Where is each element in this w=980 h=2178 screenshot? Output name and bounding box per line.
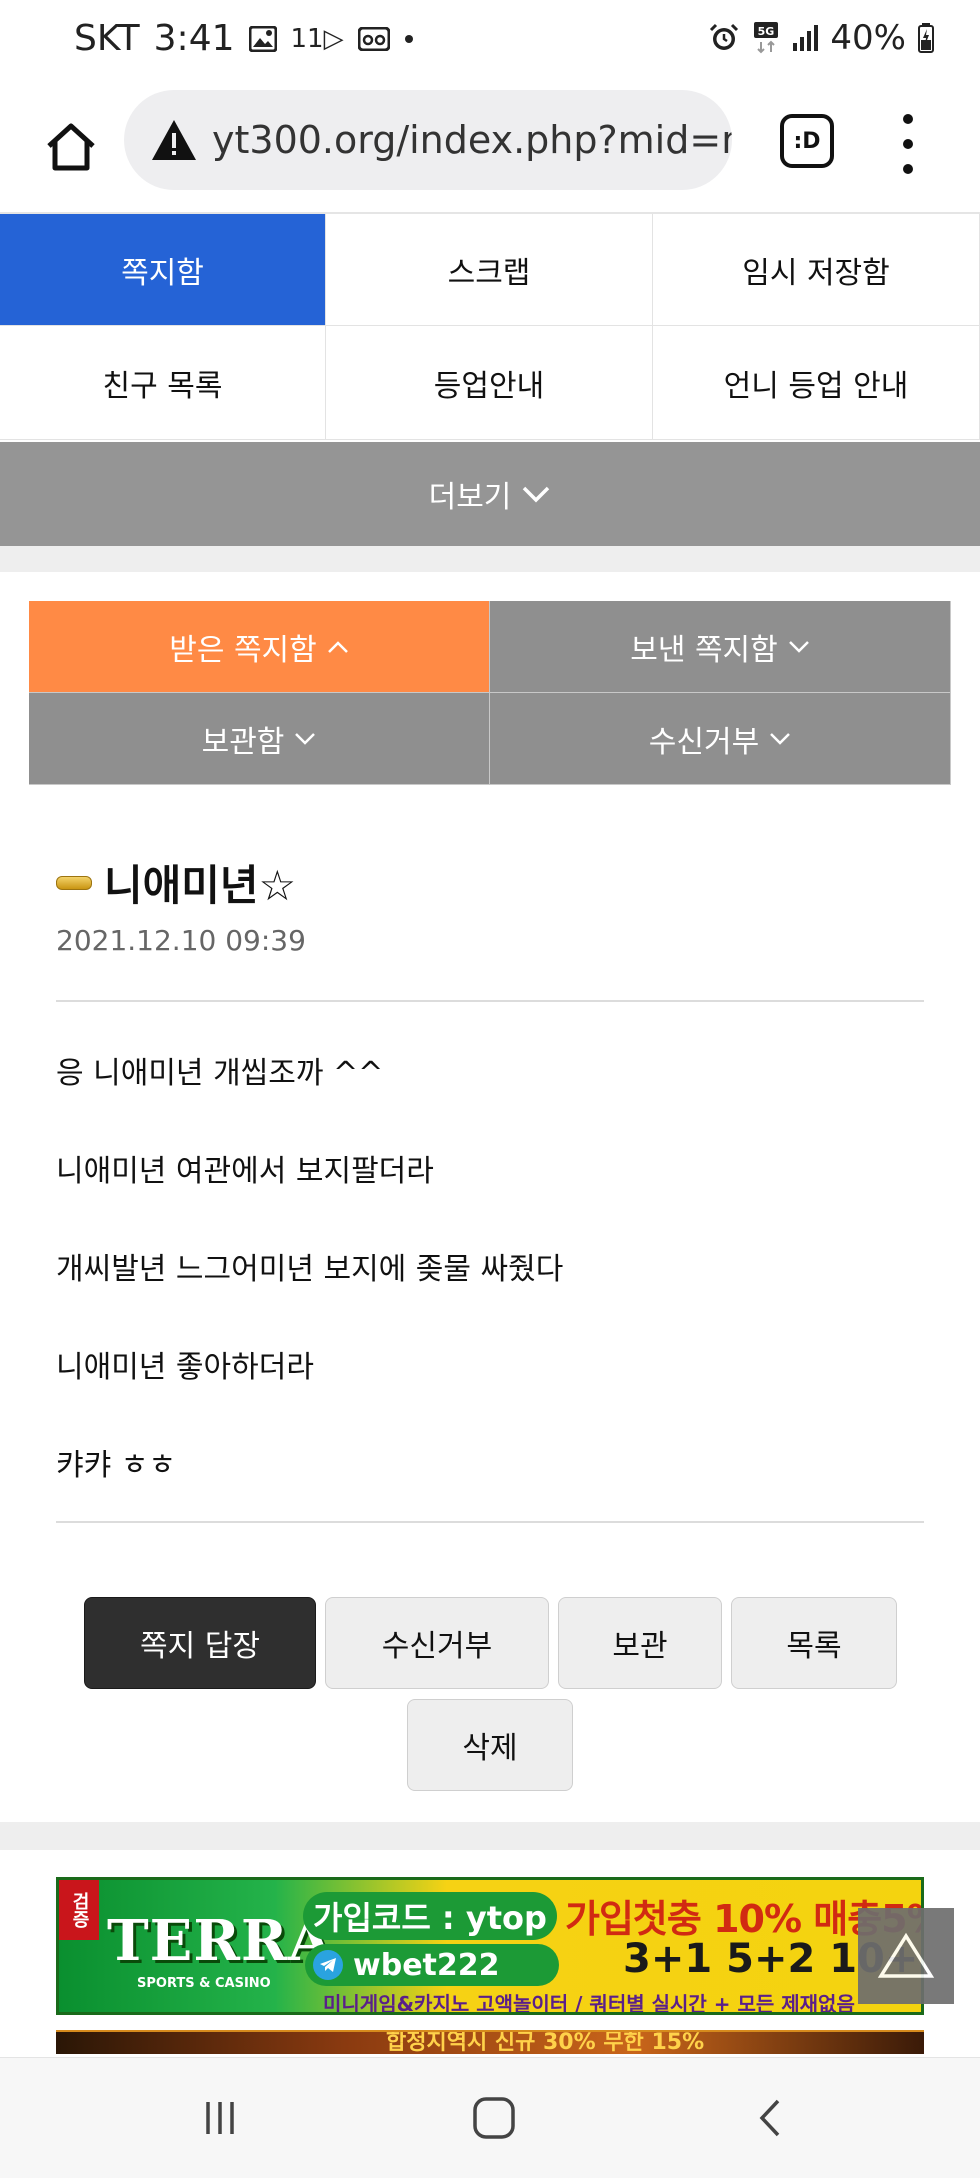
divider (56, 1521, 924, 1523)
battery-icon (918, 23, 934, 53)
member-level-icon (56, 875, 92, 890)
ad-telegram-id: wbet222 (353, 1947, 500, 1983)
tab-received-label: 받은 쪽지함 (169, 632, 317, 668)
more-button[interactable]: 더보기 (0, 442, 980, 546)
tab-blocked[interactable]: 수신거부 (490, 693, 951, 785)
verified-badge: 검증 (59, 1880, 99, 1940)
menu-dot-icon (903, 114, 913, 124)
network-5g-icon: 5G (752, 22, 780, 54)
network-label: 5G (758, 25, 775, 38)
carrier-label: SKT (74, 18, 140, 59)
delete-button[interactable]: 삭제 (407, 1699, 573, 1791)
status-bar: SKT 3:41 11▷ 5G 40% (0, 0, 980, 86)
tab-received[interactable]: 받은 쪽지함 (29, 601, 490, 693)
chevron-down-icon (295, 732, 316, 745)
message-line: 캬캬 ㅎㅎ (56, 1448, 176, 1483)
divider (56, 1000, 924, 1002)
menu-dot-icon (903, 139, 913, 149)
message-line: 니애미년 여관에서 보지팔더라 (56, 1154, 434, 1189)
message-line: 응 니애미년 개씹조까 ^^ (56, 1056, 384, 1091)
address-bar[interactable]: yt300.org/index.php?mid=m (124, 90, 732, 190)
signal-icon (792, 25, 819, 51)
tab-archive[interactable]: 보관함 (29, 693, 490, 785)
menu-dot-icon (903, 164, 913, 174)
ad-brand-sub: SPORTS & CASINO (137, 1976, 271, 1991)
message-date: 2021.12.10 09:39 (56, 924, 306, 957)
recent-apps-icon (206, 2102, 234, 2134)
nav-messages[interactable]: 쪽지함 (0, 214, 326, 326)
list-button[interactable]: 목록 (731, 1597, 897, 1689)
sender-name[interactable]: 니애미년☆ (104, 852, 296, 913)
home-square-icon (473, 2097, 515, 2139)
nav-drafts[interactable]: 임시 저장함 (653, 214, 980, 326)
home-nav-button[interactable] (464, 2088, 524, 2148)
ad-telegram: wbet222 (305, 1944, 559, 1986)
section-divider (0, 546, 980, 572)
back-button[interactable] (740, 2088, 800, 2148)
home-icon (47, 123, 95, 171)
battery-percent: 40% (830, 18, 906, 58)
triangle-up-icon (877, 1932, 935, 1978)
telegram-icon (313, 1950, 343, 1980)
nav-friends[interactable]: 친구 목록 (0, 326, 326, 440)
tab-archive-label: 보관함 (201, 724, 285, 760)
chevron-down-icon (770, 732, 791, 745)
chevron-down-icon (523, 486, 550, 503)
member-menu-grid: 쪽지함 스크랩 임시 저장함 친구 목록 등업안내 언니 등업 안내 (0, 214, 980, 440)
more-label: 더보기 (428, 480, 512, 515)
ad-brand: TERRA (107, 1908, 333, 1974)
messenger-icon: 11▷ (290, 23, 344, 54)
ad-banner-2[interactable]: 합정지역시 신규 30% 무한 15% (56, 2030, 924, 2054)
url-text[interactable]: yt300.org/index.php?mid=m (212, 118, 732, 162)
browser-toolbar: yt300.org/index.php?mid=m :D (0, 86, 980, 214)
status-right: 5G 40% (708, 18, 934, 58)
warning-icon[interactable] (150, 115, 198, 165)
dot-icon (404, 34, 414, 44)
clock: 3:41 (153, 18, 235, 59)
browser-menu-button[interactable] (888, 114, 928, 174)
chevron-down-icon (788, 640, 809, 653)
save-button[interactable]: 보관 (558, 1597, 722, 1689)
ad-signup-code: 가입코드 : ytop (303, 1892, 557, 1940)
section-divider (0, 1822, 980, 1850)
system-navigation-bar (0, 2057, 980, 2178)
tab-switcher-button[interactable]: :D (780, 114, 834, 168)
status-left: SKT 3:41 11▷ (74, 18, 414, 59)
alarm-icon (708, 22, 740, 54)
nav-sister-level-guide[interactable]: 언니 등업 안내 (653, 326, 980, 440)
ad-banner[interactable]: 검증 TERRA SPORTS & CASINO 가입코드 : ytop wbe… (56, 1877, 924, 2015)
message-line: 개씨발년 느그어미년 보지에 좆물 싸줬다 (56, 1252, 564, 1287)
message-sender: 니애미년☆ (56, 852, 296, 913)
nav-scrap[interactable]: 스크랩 (326, 214, 653, 326)
gallery-icon (248, 25, 277, 52)
voicemail-icon (357, 26, 390, 51)
back-chevron-icon (759, 2099, 780, 2137)
message-line: 니애미년 좋아하더라 (56, 1350, 314, 1385)
tab-sent-label: 보낸 쪽지함 (630, 632, 778, 668)
block-button[interactable]: 수신거부 (325, 1597, 549, 1689)
tab-sent[interactable]: 보낸 쪽지함 (490, 601, 951, 693)
ad-footer-text: 미니게임&카지노 고액놀이터 / 쿼터별 실시간 + 모든 제재없음 (323, 1992, 855, 2015)
scroll-to-top-button[interactable] (858, 1908, 954, 2004)
home-button[interactable] (36, 112, 106, 182)
tab-blocked-label: 수신거부 (648, 724, 760, 760)
recent-apps-button[interactable] (190, 2088, 250, 2148)
chevron-up-icon (327, 640, 348, 653)
reply-button[interactable]: 쪽지 답장 (84, 1597, 316, 1689)
message-folder-tabs: 받은 쪽지함 보낸 쪽지함 보관함 수신거부 (29, 601, 951, 785)
nav-level-guide[interactable]: 등업안내 (326, 326, 653, 440)
